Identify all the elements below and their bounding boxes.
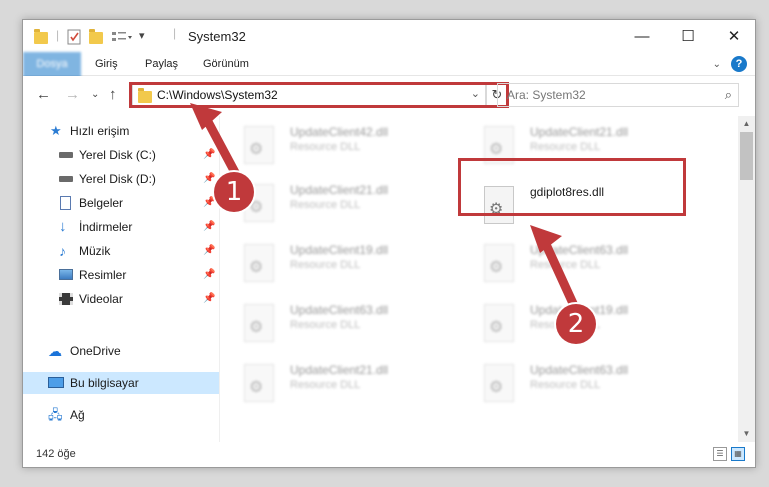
vertical-scrollbar[interactable]: ▲ ▼ [738,116,755,442]
computer-icon [48,377,64,388]
sidebar-item-drive-d[interactable]: Yerel Disk (D:) 📌 [23,168,219,190]
sidebar-item-onedrive[interactable]: ☁ OneDrive [23,340,219,362]
file-item[interactable]: ⚙ UpdateClient21.dll Resource DLL [220,358,450,412]
item-count: 142 öğe [36,448,76,460]
file-highlight-frame [458,158,686,216]
sidebar-item-network[interactable]: 🖧 Ağ [23,404,219,426]
pin-icon[interactable]: 📌 [203,240,215,262]
dll-file-icon: ⚙ [244,364,274,402]
dll-file-icon: ⚙ [484,364,514,402]
expand-ribbon-icon[interactable]: ⌄ [713,59,721,70]
step-1-badge: 1 [214,172,254,212]
file-item[interactable]: ⚙ UpdateClient63.dll Resource DLL [460,358,690,412]
dll-file-icon: ⚙ [484,304,514,342]
sidebar-item-quick-access[interactable]: ★ Hızlı erişim [23,120,219,142]
ribbon: Dosya Giriş Paylaş Görünüm ⌄ ? [23,52,755,106]
close-button[interactable]: ✕ [711,20,755,52]
pin-icon[interactable]: 📌 [203,216,215,238]
separator: | [173,26,177,40]
tab-home[interactable]: Giriş [81,52,132,76]
network-icon: 🖧 [48,407,63,422]
title-bar: | ▾ | System32 — ☐ ✕ [23,20,755,52]
file-item[interactable]: ⚙ UpdateClient42.dll Resource DLL [220,120,450,174]
star-icon: ★ [50,123,62,138]
search-placeholder: Ara: System32 [507,88,586,102]
file-item[interactable]: ⚙ UpdateClient63.dll Resource DLL [460,238,690,292]
separator: | [56,28,60,42]
tab-share[interactable]: Paylaş [131,52,192,76]
help-icon[interactable]: ? [731,56,747,72]
sidebar-item-videos[interactable]: Videolar 📌 [23,288,219,310]
scroll-thumb[interactable] [740,132,753,180]
large-icons-view-icon[interactable]: ▦ [731,447,745,461]
pin-icon[interactable]: 📌 [203,288,215,310]
sidebar-item-this-pc[interactable]: Bu bilgisayar [23,372,219,394]
recent-locations-icon[interactable]: ⌄ [91,89,99,100]
tab-view[interactable]: Görünüm [189,52,263,76]
step-2-badge: 2 [556,304,596,344]
back-arrow-icon[interactable]: ← [36,86,51,103]
documents-icon [60,196,71,210]
sidebar-item-music[interactable]: ♪ Müzik 📌 [23,240,219,262]
properties-icon[interactable] [67,29,81,45]
search-input[interactable]: Ara: System32 ⌕ [497,83,739,107]
explorer-window: | ▾ | System32 — ☐ ✕ Dosya Giriş Paylaş … [22,19,756,468]
up-arrow-icon[interactable]: ↑ [109,86,117,103]
file-item[interactable]: ⚙ UpdateClient63.dll Resource DLL [220,298,450,352]
navigation-pane: ★ Hızlı erişim Yerel Disk (C:) 📌 Yerel D… [23,116,219,442]
file-item[interactable]: ⚙ UpdateClient21.dll Resource DLL [220,178,450,232]
navigation-bar: ← → ⌄ ↑ C:\Windows\System32 ⌄ ↻ Ara: Sys… [23,76,755,116]
file-item[interactable]: ⚙ UpdateClient19.dll Resource DLL [220,238,450,292]
dll-file-icon: ⚙ [244,126,274,164]
cloud-icon: ☁ [48,343,62,359]
forward-arrow-icon[interactable]: → [65,86,80,103]
dll-file-icon: ⚙ [244,304,274,342]
sidebar-item-downloads[interactable]: ↓ İndirmeler 📌 [23,216,219,238]
dll-file-icon: ⚙ [484,244,514,282]
customize-toolbar-icon[interactable] [111,29,133,45]
drive-icon [59,176,73,182]
pictures-icon [59,269,73,280]
search-icon: ⌕ [724,87,732,102]
scroll-up-icon[interactable]: ▲ [738,116,755,132]
pin-icon[interactable]: 📌 [203,264,215,286]
status-bar: 142 öğe ☰ ▦ [23,442,755,467]
quick-access-dropdown-icon[interactable]: ▾ [139,29,145,42]
maximize-button[interactable]: ☐ [665,20,711,52]
minimize-button[interactable]: — [619,20,665,52]
scroll-down-icon[interactable]: ▼ [738,426,755,442]
details-view-icon[interactable]: ☰ [713,447,727,461]
sidebar-item-drive-c[interactable]: Yerel Disk (C:) 📌 [23,144,219,166]
music-icon: ♪ [59,243,66,259]
address-highlight-frame [129,82,509,108]
sidebar-item-documents[interactable]: Belgeler 📌 [23,192,219,214]
dll-file-icon: ⚙ [244,244,274,282]
videos-icon [59,293,73,305]
drive-icon [59,152,73,158]
download-icon: ↓ [59,218,67,235]
window-title: System32 [188,29,246,44]
sidebar-item-pictures[interactable]: Resimler 📌 [23,264,219,286]
pin-icon[interactable]: 📌 [203,144,215,166]
